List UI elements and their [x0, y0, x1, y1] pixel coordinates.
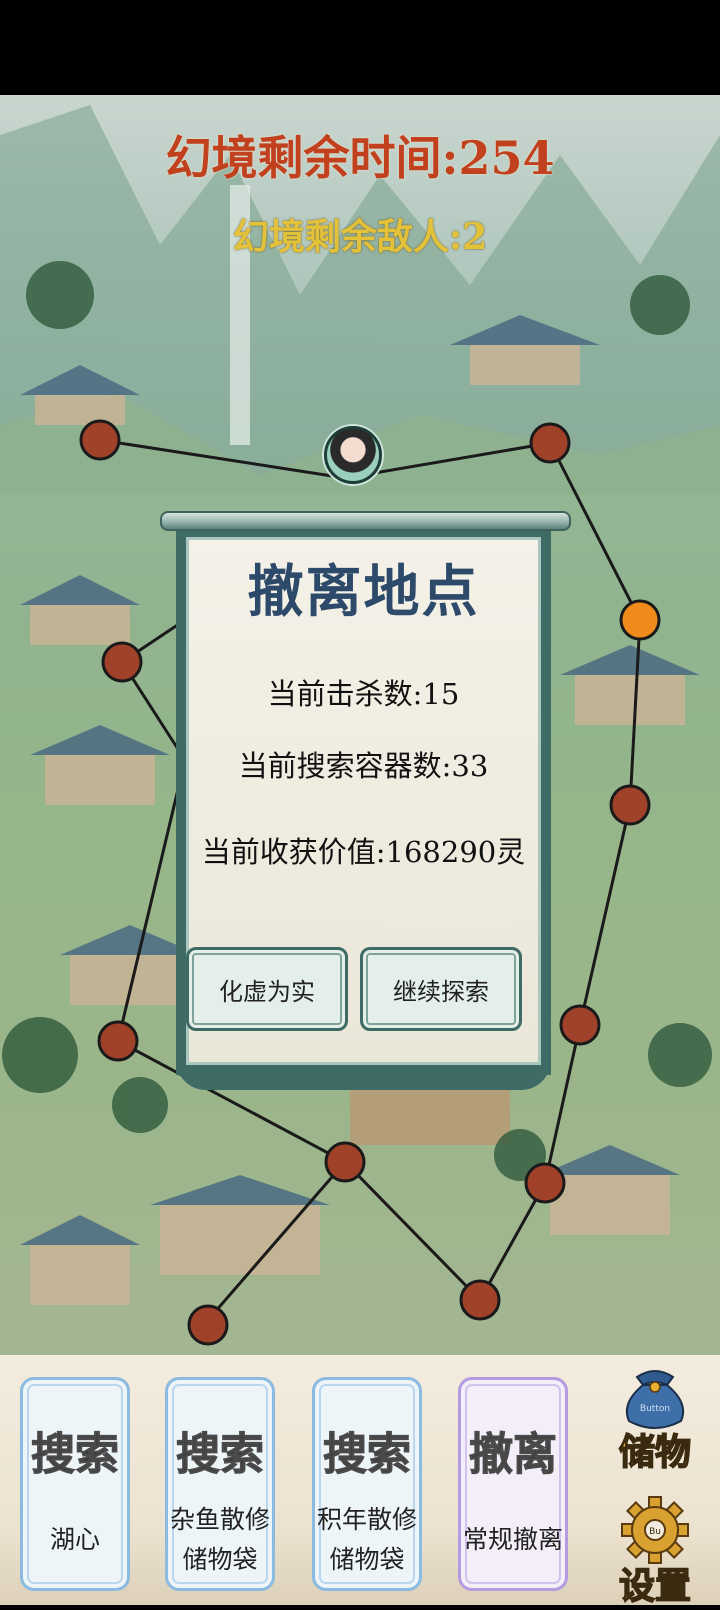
- harvest-value: 当前收获价值:168290灵: [201, 835, 526, 869]
- continue-explore-button[interactable]: 继续探索: [360, 947, 522, 1031]
- map-node[interactable]: [524, 1162, 566, 1204]
- map-node[interactable]: [559, 1004, 601, 1046]
- map-node[interactable]: [187, 1304, 229, 1346]
- card-subtitle-line2: 储物袋: [329, 1545, 405, 1574]
- map-node[interactable]: [609, 784, 651, 826]
- kill-count: 当前击杀数:15: [267, 677, 460, 711]
- status-bar: [0, 0, 720, 95]
- card-subtitle: 常规撤离: [462, 1525, 563, 1554]
- map-node[interactable]: [97, 1020, 139, 1062]
- card-subtitle-block: 杂鱼散修 储物袋: [168, 1500, 272, 1580]
- player-avatar[interactable]: [324, 426, 382, 484]
- card-subtitle: 湖心: [49, 1525, 100, 1554]
- card-title: 搜索: [323, 1429, 412, 1481]
- storage-button[interactable]: Button 储物: [605, 1363, 705, 1478]
- map-node[interactable]: [459, 1279, 501, 1321]
- gear-icon: Bu: [621, 1496, 689, 1564]
- card-subtitle-line2: 储物袋: [182, 1545, 258, 1574]
- map-node-active[interactable]: [619, 599, 661, 641]
- search-minor-cultivator-bag-button[interactable]: 搜索 杂鱼散修 储物袋: [165, 1377, 275, 1591]
- map-node[interactable]: [324, 1141, 366, 1183]
- settings-label: 设置: [618, 1564, 692, 1608]
- dialog-scroll-rod: [160, 511, 571, 531]
- settings-button[interactable]: Bu 设置: [605, 1495, 705, 1610]
- card-title: 撤离: [469, 1429, 558, 1481]
- map-node[interactable]: [529, 422, 571, 464]
- card-subtitle-line1: 杂鱼散修: [169, 1505, 270, 1534]
- remaining-time: 幻境剩余时间:254: [165, 131, 555, 185]
- map-node[interactable]: [79, 419, 121, 461]
- card-title: 搜索: [176, 1429, 265, 1481]
- evacuate-normal-button[interactable]: 撤离 常规撤离: [458, 1377, 568, 1591]
- search-lake-button[interactable]: 搜索 湖心: [20, 1377, 130, 1591]
- storage-label: 储物: [618, 1430, 692, 1474]
- storage-icon-text: Button: [640, 1404, 670, 1414]
- remaining-enemies: 幻境剩余敌人:2: [232, 216, 488, 258]
- card-subtitle-line1: 积年散修: [316, 1505, 417, 1534]
- card-subtitle-block: 积年散修 储物袋: [315, 1500, 419, 1580]
- search-veteran-cultivator-bag-button[interactable]: 搜索 积年散修 储物袋: [312, 1377, 422, 1591]
- map-node[interactable]: [101, 641, 143, 683]
- dialog-title: 撤离地点: [247, 559, 480, 625]
- settings-icon-text: Bu: [649, 1527, 661, 1537]
- confirm-evacuate-button[interactable]: 化虚为实: [186, 947, 348, 1031]
- evacuation-dialog: 撤离地点 当前击杀数:15 当前搜索容器数:33 当前收获价值:168290灵 …: [160, 511, 571, 1090]
- container-count: 当前搜索容器数:33: [238, 749, 489, 783]
- card-title: 搜索: [31, 1429, 120, 1481]
